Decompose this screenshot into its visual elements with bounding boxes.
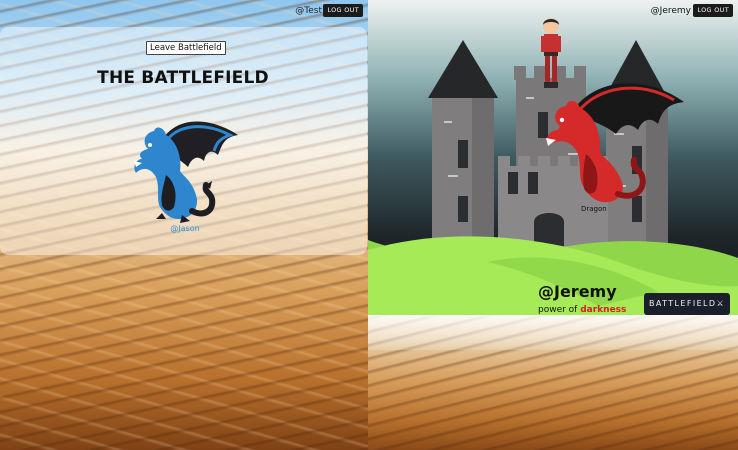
player-name: @Jeremy [538,282,617,301]
red-dragon-illustration[interactable] [542,72,688,206]
opponent-handle[interactable]: @Jason [0,224,368,233]
player-power: power of darkness [538,305,626,315]
logout-button[interactable]: LOG OUT [693,4,733,17]
page-title: THE BATTLEFIELD [97,68,269,88]
leave-battlefield-button[interactable]: Leave Battlefield [146,41,226,55]
blue-dragon-illustration[interactable] [126,115,244,225]
power-prefix: power of [538,305,581,315]
battlefield-button[interactable]: BATTLEFIELD⚔ [644,293,730,315]
castle-scene: Dragon @Jeremy LOG OUT @Jeremy power of … [368,0,738,315]
dragon-label: Dragon [581,205,607,213]
current-user-handle: @Jeremy [650,6,691,16]
logout-button[interactable]: LOG OUT [323,4,363,17]
power-word: darkness [580,305,627,315]
battlefield-card: Leave Battlefield THE BATTLEFIELD @Jason [0,27,367,255]
left-header: @Test LOG OUT [0,0,368,22]
left-window: @Test LOG OUT Leave Battlefield THE BATT… [0,0,368,450]
current-user-handle: @Test [295,6,322,16]
right-window: Dragon @Jeremy LOG OUT @Jeremy power of … [368,0,738,450]
scene-fade [368,315,738,350]
